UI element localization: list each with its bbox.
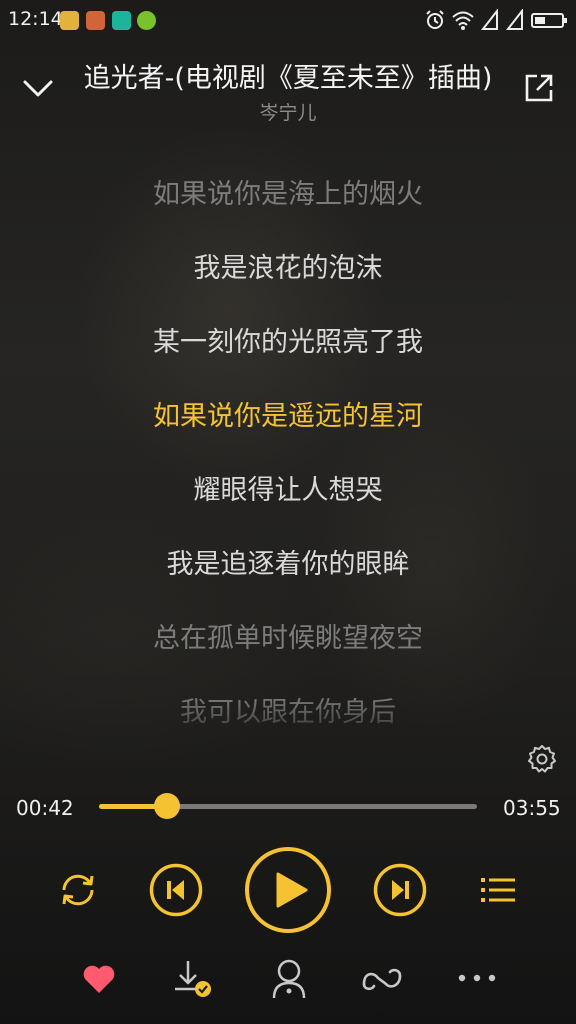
lyrics-panel[interactable]: 如果说你是海上的烟火 我是浪花的泡沫 某一刻你的光照亮了我 如果说你是遥远的星河… [0,166,576,726]
status-time: 12:14 [8,8,63,30]
elapsed-time: 00:42 [16,796,74,820]
notification-app-icon [86,11,105,30]
lyric-line: 某一刻你的光照亮了我 [153,327,423,358]
notification-app-icon [112,11,131,30]
song-title: 追光者-(电视剧《夏至未至》插曲) [83,63,493,94]
lyric-line-current: 如果说你是遥远的星河 [153,401,423,432]
lyric-line: 我可以跟在你身后 [180,697,396,726]
download-icon[interactable] [172,958,214,1000]
progress-slider[interactable] [99,793,477,819]
lyric-line: 我是浪花的泡沫 [193,253,383,284]
artist-name[interactable]: 岑宁儿 [0,98,576,125]
gear-icon[interactable] [527,744,557,774]
share-icon[interactable] [523,72,555,104]
notification-app-icon [137,11,156,30]
skip-previous-icon[interactable] [149,863,203,917]
total-time: 03:55 [503,796,561,820]
signal-icon [506,9,523,30]
lyric-line: 如果说你是海上的烟火 [153,179,423,210]
status-bar: 12:14 [0,0,576,40]
alarm-icon [426,10,444,29]
play-icon[interactable] [244,846,332,934]
playlist-icon[interactable] [480,873,516,907]
progress-handle[interactable] [154,793,181,819]
wifi-icon [452,11,474,30]
more-icon[interactable] [457,970,497,986]
signal-icon [481,9,498,30]
lyric-line: 耀眼得让人想哭 [193,475,383,506]
battery-icon [531,13,567,28]
notification-app-icon [60,11,79,30]
repeat-icon[interactable] [58,870,98,910]
singer-icon[interactable] [270,958,308,1000]
music-player-screen: 12:14 追光者-(电视剧《夏至未至》插曲) 岑宁儿 如果说你是海上的烟火 我… [0,0,576,1024]
lyric-line: 总在孤单时候眺望夜空 [153,623,423,654]
skip-next-icon[interactable] [373,863,427,917]
lyric-line: 我是追逐着你的眼眸 [166,549,410,580]
loop-icon[interactable] [360,964,404,994]
heart-icon[interactable] [82,963,116,995]
